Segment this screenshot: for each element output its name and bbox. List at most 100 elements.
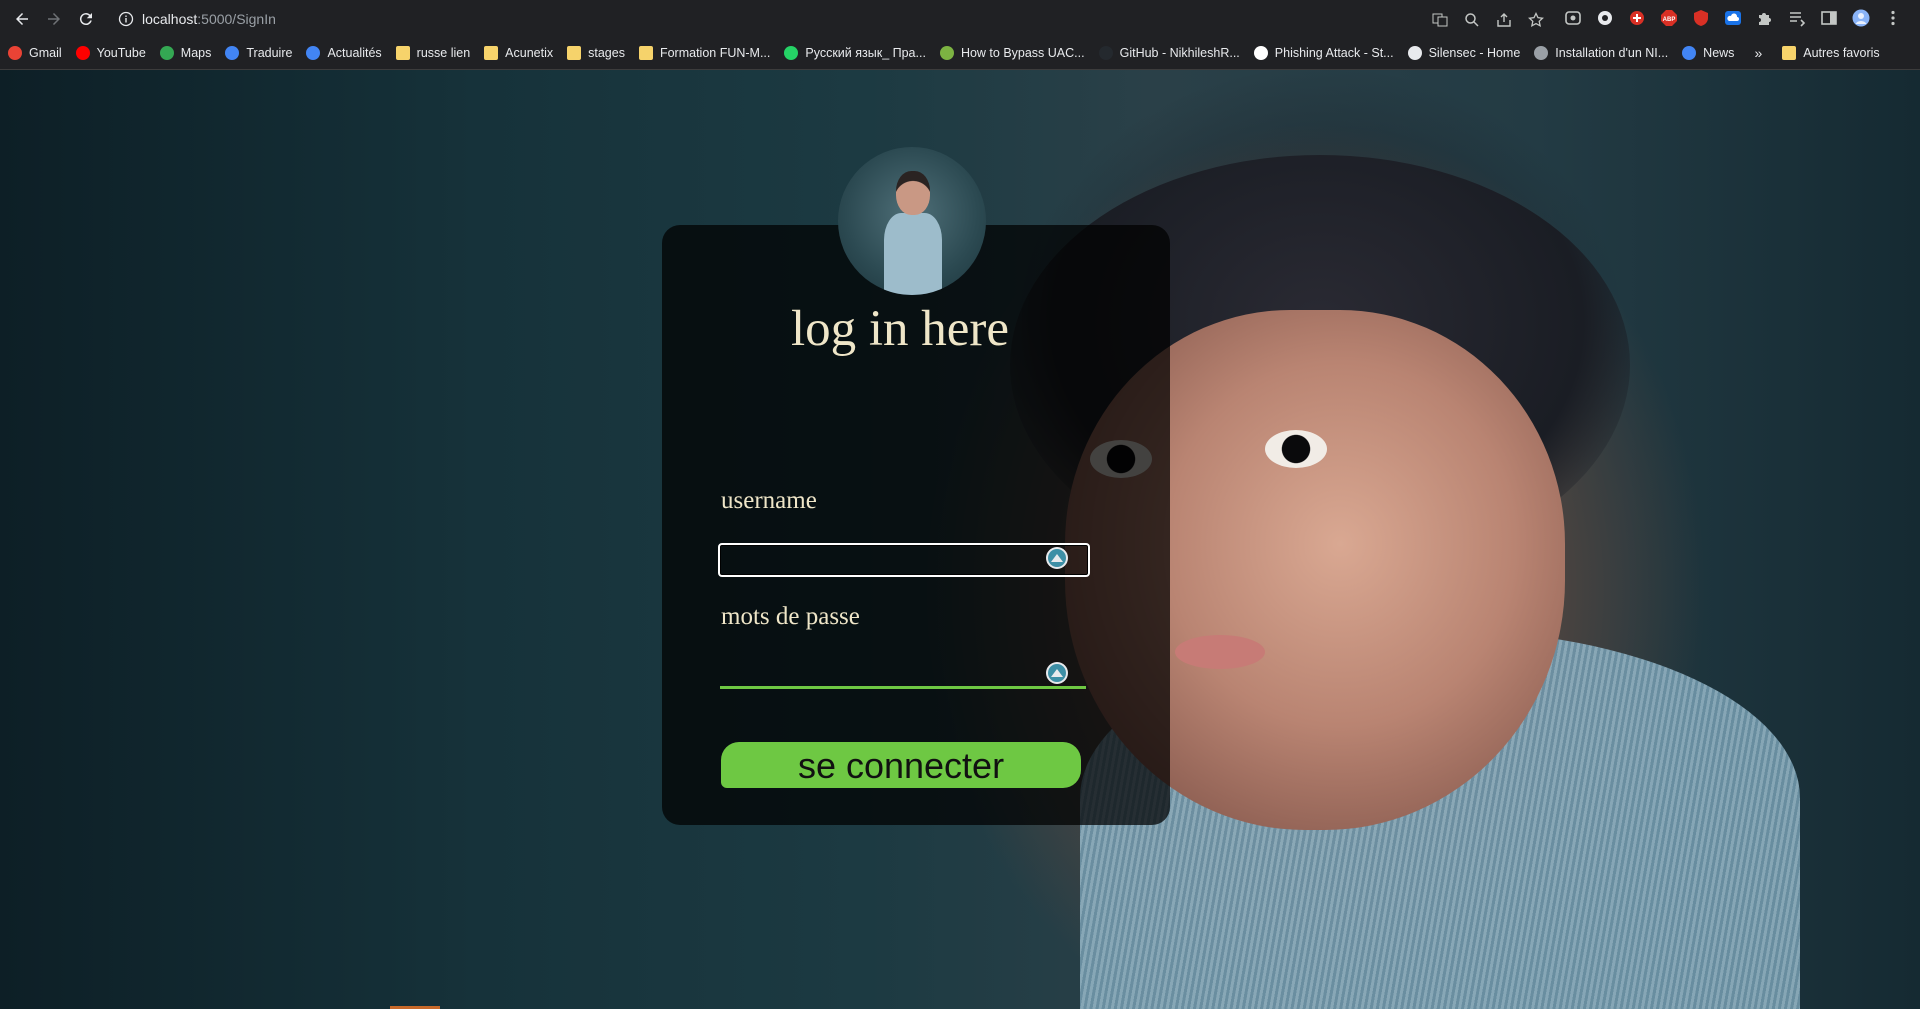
- password-input[interactable]: [720, 657, 1086, 689]
- extension-record-icon: [1565, 11, 1581, 25]
- bookmark-item[interactable]: How to Bypass UAC...: [932, 40, 1091, 66]
- bookmark-item[interactable]: YouTube: [68, 40, 152, 66]
- chrome-menu-button[interactable]: [1880, 4, 1906, 32]
- url-path: :5000/SignIn: [197, 10, 276, 27]
- bookmark-item[interactable]: russe lien: [388, 40, 477, 66]
- side-panel-icon: [1821, 11, 1837, 25]
- reading-list-button[interactable]: [1784, 4, 1810, 32]
- extension-4-button[interactable]: [1688, 4, 1714, 32]
- arrow-left-icon: [16, 12, 28, 25]
- bookmark-label: Gmail: [29, 46, 62, 60]
- bookmark-item[interactable]: Maps: [152, 40, 218, 66]
- bookmark-item[interactable]: stages: [559, 40, 631, 66]
- bookmark-item[interactable]: News: [1674, 40, 1740, 66]
- terminal-icon: [1534, 46, 1549, 60]
- extensions-bar: ABP: [1560, 4, 1906, 32]
- bookmark-label: News: [1703, 46, 1735, 60]
- android-icon: [939, 46, 954, 60]
- extension-3-button[interactable]: [1624, 4, 1650, 32]
- extensions-menu-button[interactable]: [1752, 4, 1778, 32]
- news-icon: [306, 46, 321, 60]
- bookmarks-overflow-button[interactable]: »: [1754, 45, 1762, 61]
- globe-icon: [1407, 46, 1422, 60]
- extension-red-icon: [1630, 11, 1644, 25]
- bookmark-label: stages: [588, 46, 625, 60]
- bookmark-label: Traduire: [246, 46, 293, 60]
- reload-icon: [79, 12, 92, 25]
- bookmark-item[interactable]: Traduire: [217, 40, 298, 66]
- login-avatar: [838, 147, 986, 295]
- browser-toolbar: localhost:5000/SignIn ABP: [0, 0, 1920, 37]
- bookmark-item[interactable]: Русский язык_ Пра...: [776, 40, 932, 66]
- translate-icon: [225, 46, 240, 60]
- bookmark-label: Installation d'un NI...: [1555, 46, 1669, 60]
- kebab-menu-icon: [1891, 10, 1895, 26]
- profile-button[interactable]: [1848, 4, 1874, 32]
- bookmark-label: How to Bypass UAC...: [960, 46, 1085, 60]
- folder-icon: [638, 46, 653, 60]
- github-icon: [1098, 46, 1113, 60]
- login-submit-button[interactable]: se connecter: [721, 742, 1081, 788]
- extension-cloud-icon: [1725, 11, 1741, 25]
- translate-page-button[interactable]: [1428, 8, 1452, 32]
- profile-avatar-icon: [1852, 9, 1870, 27]
- puzzle-icon: [1759, 13, 1771, 25]
- translate-icon: [1432, 13, 1448, 27]
- password-manager-icon: [1046, 547, 1068, 569]
- extension-5-button[interactable]: [1720, 4, 1746, 32]
- bookmark-label: Русский язык_ Пра...: [805, 46, 926, 60]
- bookmark-star-button[interactable]: [1524, 8, 1548, 32]
- password-manager-button-2[interactable]: [1045, 661, 1069, 685]
- password-manager-icon: [1046, 662, 1068, 684]
- whatsapp-icon: [784, 46, 799, 60]
- bookmark-label: Formation FUN-M...: [659, 46, 771, 60]
- password-label: mots de passe: [721, 603, 860, 630]
- folder-icon: [567, 46, 582, 60]
- share-button[interactable]: [1492, 8, 1516, 32]
- folder-icon: [484, 46, 499, 60]
- bookmark-label: Silensec - Home: [1428, 46, 1521, 60]
- login-title: log in here: [790, 301, 1010, 357]
- address-bar[interactable]: localhost:5000/SignIn: [108, 4, 1548, 33]
- bookmark-item[interactable]: GitHub - NikhileshR...: [1091, 40, 1246, 66]
- adblock-icon: ABP: [1661, 10, 1677, 26]
- svg-text:ABP: ABP: [1663, 17, 1676, 23]
- avatar-body: [884, 213, 942, 295]
- bookmark-label: Acunetix: [505, 46, 554, 60]
- extension-2-button[interactable]: [1592, 4, 1618, 32]
- maps-pin-icon: [159, 46, 174, 60]
- back-button[interactable]: [6, 3, 38, 35]
- bookmark-other-favorites[interactable]: Autres favoris: [1774, 40, 1885, 66]
- bookmark-item[interactable]: Acunetix: [476, 40, 559, 66]
- username-label: username: [721, 487, 817, 514]
- star-icon: [1528, 12, 1544, 28]
- bookmark-item[interactable]: Installation d'un NI...: [1526, 40, 1674, 66]
- zoom-button[interactable]: [1460, 8, 1484, 32]
- bookmark-item[interactable]: Actualités: [298, 40, 387, 66]
- bookmark-label: Actualités: [327, 46, 382, 60]
- info-icon[interactable]: [118, 11, 134, 27]
- extension-circle-icon: [1598, 11, 1612, 25]
- share-icon: [1497, 13, 1511, 27]
- bookmark-item[interactable]: Silensec - Home: [1400, 40, 1527, 66]
- bookmark-label: GitHub - NikhileshR...: [1119, 46, 1240, 60]
- bookmark-label: Phishing Attack - St...: [1274, 46, 1394, 60]
- bookmark-item[interactable]: Phishing Attack - St...: [1246, 40, 1400, 66]
- extension-shield-icon: [1694, 10, 1708, 26]
- username-input[interactable]: [718, 543, 1090, 577]
- bookmark-item[interactable]: Formation FUN-M...: [631, 40, 776, 66]
- side-panel-button[interactable]: [1816, 4, 1842, 32]
- background-photo-eye-right: [1265, 430, 1327, 468]
- reload-button[interactable]: [70, 3, 102, 35]
- extension-1-button[interactable]: [1560, 4, 1586, 32]
- bookmark-label: russe lien: [416, 46, 471, 60]
- zoom-icon: [1465, 13, 1479, 27]
- reading-list-icon: [1790, 12, 1806, 27]
- bookmark-label: Maps: [180, 46, 212, 60]
- forward-button[interactable]: [38, 3, 70, 35]
- bookmark-item[interactable]: Gmail: [0, 40, 68, 66]
- bookmark-label: YouTube: [96, 46, 146, 60]
- password-manager-button[interactable]: [1045, 546, 1069, 570]
- bookmarks-bar: Gmail YouTube Maps Traduire Actualités russe …: [0, 37, 1920, 70]
- adblock-button[interactable]: ABP: [1656, 4, 1682, 32]
